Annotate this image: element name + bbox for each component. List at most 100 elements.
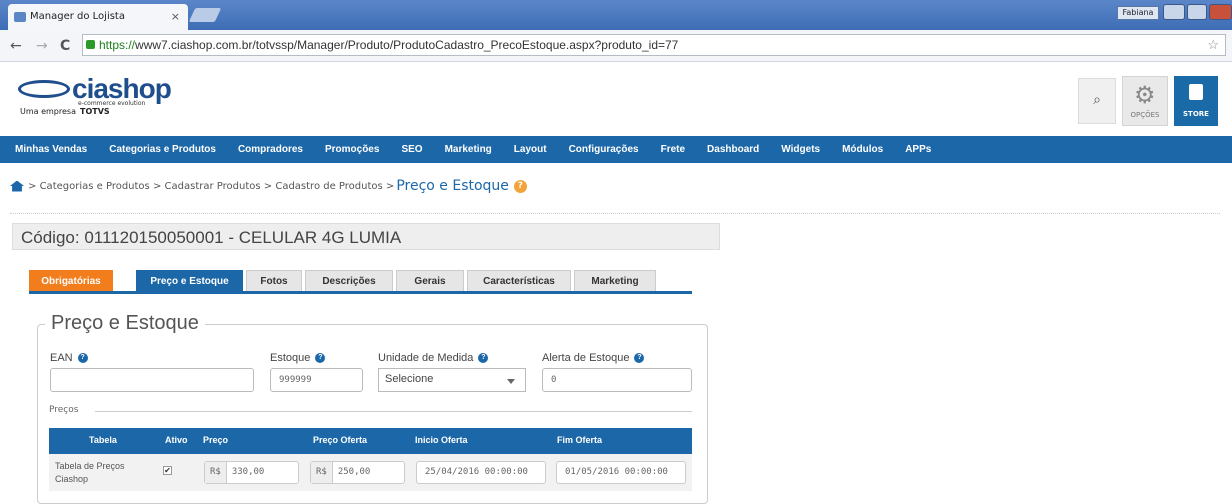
panel-legend: Preço e Estoque [45, 312, 205, 335]
tab-underline [29, 291, 692, 294]
nav-modulos[interactable]: Módulos [842, 144, 883, 155]
logo-tagline-text: Uma empresa [20, 107, 76, 116]
nav-apps[interactable]: APPs [905, 144, 931, 155]
breadcrumb-separator: > [263, 180, 273, 192]
tab-gerais[interactable]: Gerais [396, 270, 464, 292]
product-title: Código: 011120150050001 - CELULAR 4G LUM… [12, 223, 720, 250]
nav-promocoes[interactable]: Promoções [325, 144, 379, 155]
opcoes-label: OPÇÕES [1130, 111, 1160, 119]
breadcrumb-item-cadastrar[interactable]: Cadastrar Produtos [165, 181, 261, 192]
row-tabela-name: Tabela de Preços Ciashop [55, 461, 125, 484]
nav-compradores[interactable]: Compradores [238, 144, 303, 155]
back-icon[interactable]: ← [10, 38, 22, 54]
unidade-select-value: Selecione [385, 373, 434, 385]
nav-widgets[interactable]: Widgets [781, 144, 820, 155]
window-user-badge[interactable]: Fabiana [1117, 6, 1159, 20]
breadcrumb: > Categorias e Produtos > Cadastrar Prod… [10, 178, 527, 194]
preco-oferta-input[interactable]: R$ 250,00 [310, 461, 405, 484]
maximize-button[interactable] [1187, 4, 1207, 20]
col-inicio-oferta: Inicio Oferta [415, 435, 468, 445]
nav-layout[interactable]: Layout [514, 144, 547, 155]
col-fim-oferta: Fim Oferta [557, 435, 603, 445]
fim-oferta-input[interactable]: 01/05/2016 00:00:00 [556, 461, 686, 484]
preco-input[interactable]: R$ 330,00 [204, 461, 299, 484]
help-icon[interactable]: ? [77, 353, 88, 364]
estoque-label: Estoque? [270, 352, 326, 364]
close-window-button[interactable] [1209, 4, 1232, 20]
currency-prefix: R$ [311, 462, 333, 483]
help-icon[interactable]: ? [634, 353, 645, 364]
tab-obrigatorias[interactable]: Obrigatórias [29, 270, 113, 292]
estoque-input[interactable]: 999999 [270, 368, 363, 392]
divider [10, 213, 1220, 214]
opcoes-button[interactable]: ⚙ OPÇÕES [1122, 76, 1168, 126]
precos-label: Preços [49, 405, 85, 415]
main-nav: Minhas Vendas Categorias e Produtos Comp… [0, 136, 1232, 163]
help-icon[interactable]: ? [513, 179, 527, 193]
ean-label: EAN? [50, 352, 88, 364]
preco-value: 330,00 [231, 467, 265, 477]
nav-configuracoes[interactable]: Configurações [569, 144, 639, 155]
minimize-button[interactable] [1163, 4, 1185, 20]
reload-icon[interactable]: C [60, 38, 70, 54]
totvs-brand: TOTVS [80, 107, 110, 116]
gear-icon: ⚙ [1134, 81, 1156, 109]
tab-preco-estoque[interactable]: Preço e Estoque [136, 270, 243, 292]
url-field[interactable]: https://www7.ciashop.com.br/totvssp/Mana… [82, 34, 1226, 56]
close-tab-icon[interactable]: × [171, 10, 180, 23]
url-text: www7.ciashop.com.br/totvssp/Manager/Prod… [135, 38, 679, 52]
unidade-select[interactable]: Selecione [378, 368, 526, 392]
favicon-icon [14, 12, 26, 22]
browser-tab[interactable]: Manager do Lojista × [8, 4, 188, 30]
col-preco: Preço [203, 435, 229, 445]
alerta-label: Alerta de Estoque? [542, 352, 645, 364]
nav-minhas-vendas[interactable]: Minhas Vendas [15, 144, 87, 155]
chevron-down-icon [507, 379, 515, 384]
tab-fotos[interactable]: Fotos [246, 270, 302, 292]
logo-subtitle: e-commerce evolution [78, 100, 146, 107]
lock-icon [86, 40, 95, 49]
breadcrumb-current: Preço e Estoque [396, 178, 509, 194]
browser-tabstrip: Manager do Lojista × Fabiana [0, 0, 1232, 30]
tab-caracteristicas[interactable]: Características [467, 270, 571, 292]
store-button[interactable]: STORE [1174, 76, 1218, 126]
url-scheme: https:// [99, 38, 136, 52]
search-button[interactable]: ⌕ [1078, 78, 1116, 124]
nav-frete[interactable]: Frete [661, 144, 685, 155]
search-icon: ⌕ [1093, 92, 1101, 108]
tab-descricoes[interactable]: Descrições [305, 270, 393, 292]
table-header: Tabela Ativo Preço Preço Oferta Inicio O… [49, 428, 692, 454]
currency-prefix: R$ [205, 462, 227, 483]
help-icon[interactable]: ? [315, 353, 326, 364]
precos-divider [95, 411, 692, 412]
store-label: STORE [1183, 110, 1209, 118]
ean-label-text: EAN [50, 352, 73, 364]
address-bar-area: ← → C https://www7.ciashop.com.br/totvss… [0, 30, 1232, 62]
breadcrumb-separator: > [152, 180, 162, 192]
nav-categorias-produtos[interactable]: Categorias e Produtos [109, 144, 216, 155]
ativo-checkbox[interactable]: ✔ [163, 466, 172, 475]
new-tab-button[interactable] [188, 8, 222, 22]
logo-tagline: Uma empresa TOTVS [20, 107, 110, 116]
ciashop-logo-icon [18, 80, 70, 98]
col-preco-oferta: Preço Oferta [313, 435, 368, 445]
home-icon[interactable] [10, 180, 24, 192]
ean-input[interactable] [50, 368, 254, 392]
unidade-label-text: Unidade de Medida [378, 352, 474, 364]
bookmark-star-icon[interactable]: ☆ [1207, 37, 1219, 53]
nav-marketing[interactable]: Marketing [445, 144, 492, 155]
inicio-oferta-input[interactable]: 25/04/2016 00:00:00 [416, 461, 546, 484]
product-tabs: Obrigatórias Preço e Estoque Fotos Descr… [29, 270, 659, 292]
nav-dashboard[interactable]: Dashboard [707, 144, 759, 155]
breadcrumb-separator: > [28, 180, 37, 192]
col-ativo: Ativo [165, 435, 188, 445]
alerta-input[interactable]: 0 [542, 368, 692, 392]
help-icon[interactable]: ? [478, 353, 489, 364]
tab-marketing[interactable]: Marketing [574, 270, 656, 292]
breadcrumb-item-cadastro[interactable]: Cadastro de Produtos [275, 181, 382, 192]
nav-seo[interactable]: SEO [401, 144, 422, 155]
shopping-bag-icon [1189, 84, 1203, 100]
forward-icon[interactable]: → [36, 38, 48, 54]
breadcrumb-item-categorias[interactable]: Categorias e Produtos [40, 181, 150, 192]
alerta-label-text: Alerta de Estoque [542, 352, 630, 364]
